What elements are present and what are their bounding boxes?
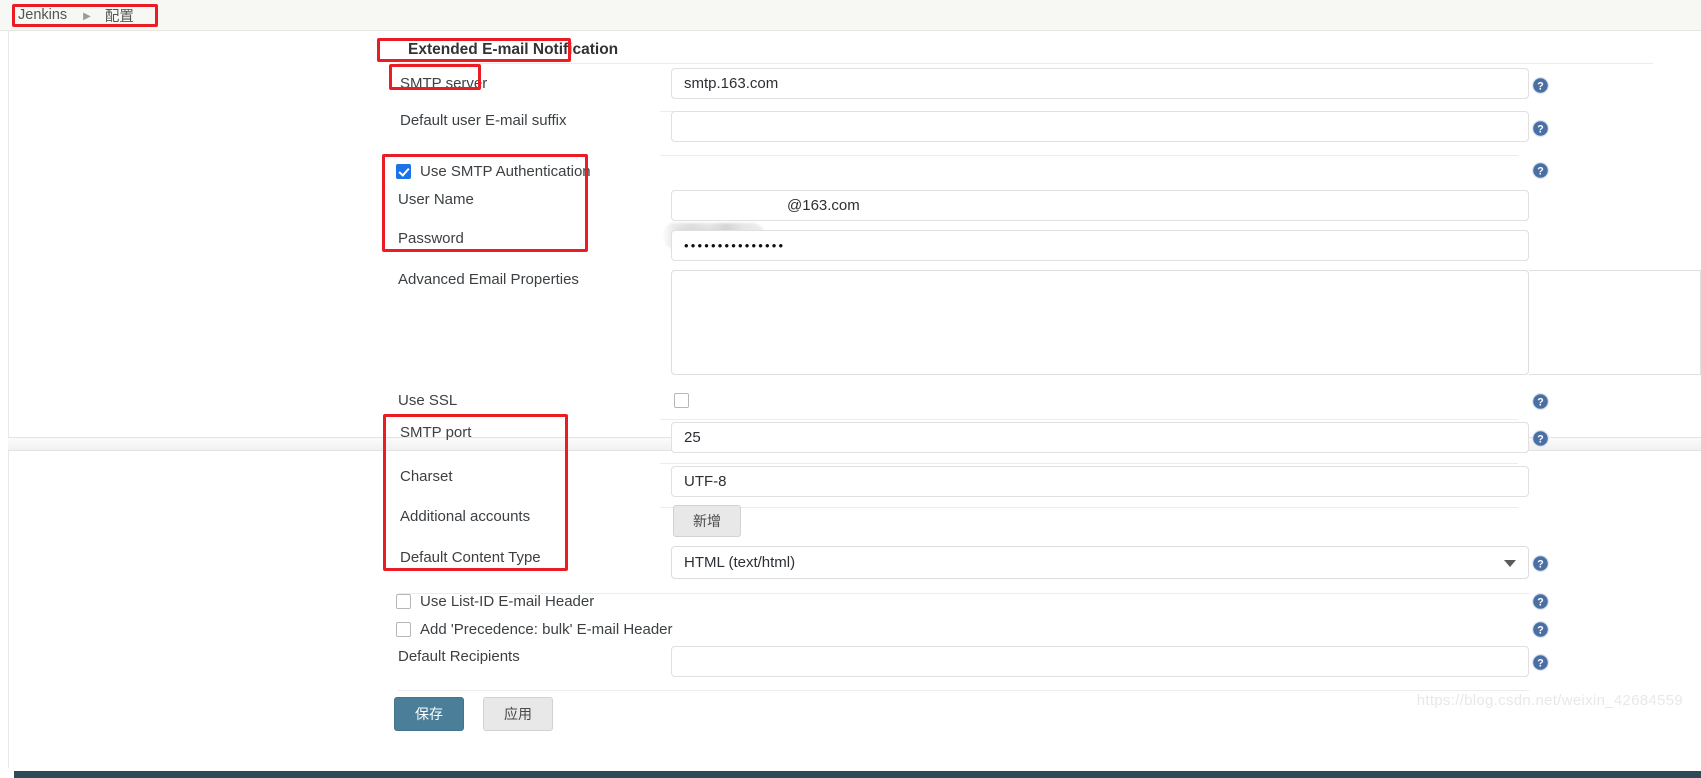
watermark-text: https://blog.csdn.net/weixin_42684559	[1416, 692, 1683, 709]
user-name-value: @163.com	[787, 197, 860, 214]
jenkins-configure-page: Jenkins ▶ 配置 Extended E-mail Notificatio…	[0, 0, 1701, 778]
label-default-content-type: Default Content Type	[400, 549, 541, 566]
label-use-ssl: Use SSL	[398, 392, 458, 409]
default-recipients-input[interactable]	[671, 646, 1529, 677]
save-button[interactable]: 保存	[394, 697, 464, 731]
label-charset: Charset	[400, 468, 453, 485]
help-question-icon[interactable]: ?	[1532, 120, 1549, 137]
page-body: Extended E-mail Notification SMTP server…	[0, 31, 1701, 778]
default-user-email-suffix-input[interactable]	[671, 111, 1529, 142]
use-smtp-authentication-checkbox[interactable]	[396, 164, 411, 179]
default-content-type-value: HTML (text/html)	[684, 554, 796, 571]
add-precedence-bulk-header-checkbox[interactable]	[396, 622, 411, 637]
divider-4	[660, 463, 1518, 464]
svg-text:?: ?	[1537, 597, 1543, 609]
help-question-icon[interactable]: ?	[1532, 621, 1549, 638]
default-content-type-select[interactable]: HTML (text/html)	[671, 546, 1529, 579]
svg-text:?: ?	[1537, 434, 1543, 446]
label-password: Password	[398, 230, 464, 247]
label-smtp-port: SMTP port	[400, 424, 472, 441]
label-default-user-email-suffix: Default user E-mail suffix	[400, 112, 567, 129]
label-use-list-id-email-header: Use List-ID E-mail Header	[420, 593, 595, 610]
help-question-icon[interactable]: ?	[1532, 393, 1549, 410]
page-title: Extended E-mail Notification	[408, 41, 619, 58]
label-default-recipients: Default Recipients	[398, 648, 520, 665]
breadcrumb: Jenkins ▶ 配置	[18, 4, 134, 26]
svg-text:?: ?	[1537, 625, 1543, 637]
user-name-input[interactable]: @163.com	[671, 190, 1529, 221]
label-add-precedence-bulk-header: Add 'Precedence: bulk' E-mail Header	[420, 621, 673, 638]
label-additional-accounts: Additional accounts	[400, 508, 531, 525]
advanced-email-properties-right-pad	[1529, 270, 1701, 375]
use-list-id-email-header-checkbox[interactable]	[396, 594, 411, 609]
divider-3	[660, 419, 1518, 420]
breadcrumb-separator-icon: ▶	[83, 10, 91, 22]
label-use-smtp-authentication: Use SMTP Authentication	[420, 163, 591, 180]
add-additional-account-button[interactable]: 新增	[673, 505, 741, 537]
charset-input[interactable]: UTF-8	[671, 466, 1529, 497]
help-question-icon[interactable]: ?	[1532, 77, 1549, 94]
svg-text:?: ?	[1537, 397, 1543, 409]
help-question-icon[interactable]: ?	[1532, 593, 1549, 610]
svg-text:?: ?	[1537, 124, 1543, 136]
label-advanced-email-properties: Advanced Email Properties	[398, 271, 579, 288]
bottom-strip-left-gap	[0, 768, 14, 778]
svg-text:?: ?	[1537, 81, 1543, 93]
divider-5	[660, 507, 1518, 508]
label-user-name: User Name	[398, 191, 474, 208]
help-question-icon[interactable]: ?	[1532, 430, 1549, 447]
divider-2	[660, 155, 1518, 156]
breadcrumb-bar: Jenkins ▶ 配置	[0, 0, 1701, 31]
help-question-icon[interactable]: ?	[1532, 555, 1549, 572]
help-question-icon[interactable]: ?	[1532, 654, 1549, 671]
chevron-down-icon	[1504, 559, 1516, 567]
svg-text:?: ?	[1537, 658, 1543, 670]
breadcrumb-item-configure[interactable]: 配置	[105, 5, 134, 26]
svg-text:?: ?	[1537, 559, 1543, 571]
password-input[interactable]: •••••••••••••••	[671, 230, 1529, 261]
smtp-server-input[interactable]: smtp.163.com	[671, 68, 1529, 99]
bottom-strip	[0, 771, 1701, 778]
password-masked-value: •••••••••••••••	[684, 238, 786, 253]
apply-button[interactable]: 应用	[483, 697, 553, 731]
left-divider	[8, 31, 9, 778]
use-ssl-checkbox[interactable]	[674, 393, 689, 408]
smtp-port-input[interactable]: 25	[671, 422, 1529, 453]
divider-title	[398, 63, 1653, 64]
svg-text:?: ?	[1537, 166, 1543, 178]
breadcrumb-item-jenkins[interactable]: Jenkins	[18, 7, 67, 23]
label-smtp-server: SMTP server	[400, 75, 488, 92]
help-question-icon[interactable]: ?	[1532, 162, 1549, 179]
divider-7	[398, 690, 1529, 691]
advanced-email-properties-textarea[interactable]	[671, 270, 1529, 375]
